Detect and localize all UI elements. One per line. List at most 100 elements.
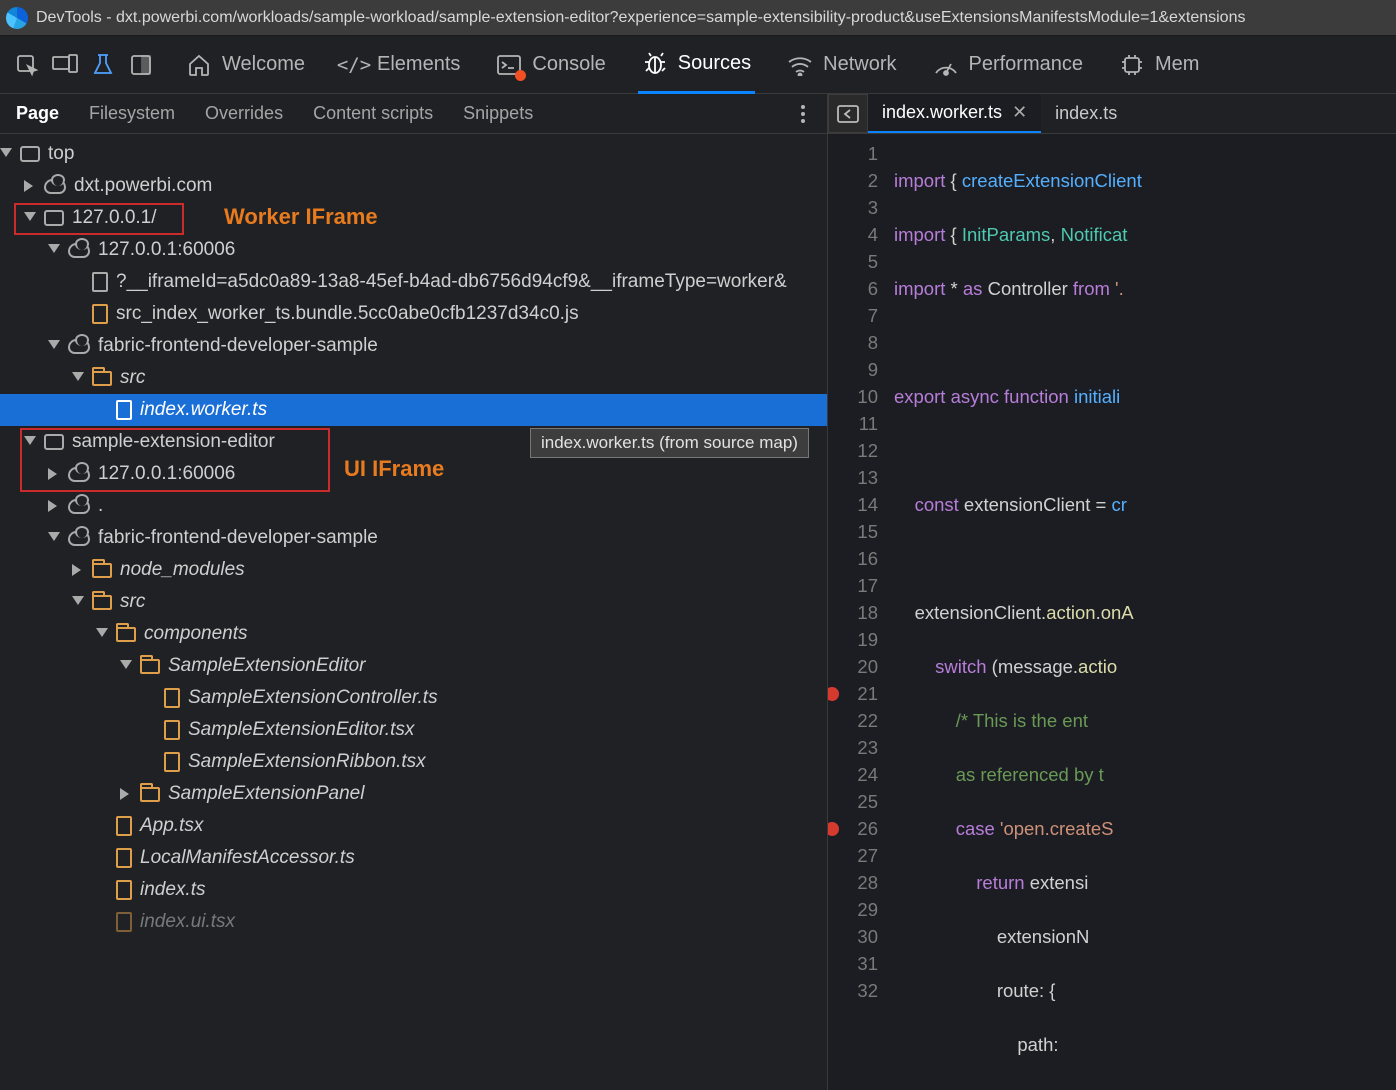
file-icon	[92, 272, 108, 292]
elements-icon: </>	[341, 52, 367, 78]
close-icon[interactable]: ✕	[1012, 102, 1027, 123]
breakpoint-icon[interactable]	[828, 822, 839, 836]
tree-bundle-js[interactable]: src_index_worker_ts.bundle.5cc0abe0cfb12…	[0, 298, 827, 330]
breakpoint-icon[interactable]	[828, 687, 839, 701]
tab-welcome[interactable]: Welcome	[182, 36, 309, 94]
tree-panel[interactable]: SampleExtensionPanel	[0, 778, 827, 810]
tree-editor-tsx[interactable]: SampleExtensionEditor.tsx	[0, 714, 827, 746]
code-area[interactable]: 1234 5678 9101112 13141516 17181920 21 2…	[828, 134, 1396, 1090]
tree-index-ui-tsx[interactable]: index.ui.tsx	[0, 906, 827, 938]
sources-navigator: Page Filesystem Overrides Content script…	[0, 94, 828, 1090]
file-tree[interactable]: top dxt.powerbi.com 127.0.0.1/ 127.0.0.1…	[0, 134, 827, 1090]
tree-localmanifest-ts[interactable]: LocalManifestAccessor.ts	[0, 842, 827, 874]
inspect-tools	[14, 52, 154, 78]
line-gutter[interactable]: 1234 5678 9101112 13141516 17181920 21 2…	[828, 134, 886, 1090]
folder-icon	[140, 787, 160, 802]
folder-icon	[116, 627, 136, 642]
network-icon	[787, 52, 813, 78]
file-icon	[164, 720, 180, 740]
tree-pkg1[interactable]: fabric-frontend-developer-sample	[0, 330, 827, 362]
file-icon	[164, 752, 180, 772]
tree-dxt[interactable]: dxt.powerbi.com	[0, 170, 827, 202]
device-icon[interactable]	[52, 52, 78, 78]
window-titlebar: DevTools - dxt.powerbi.com/workloads/sam…	[0, 0, 1396, 36]
dock-icon[interactable]	[128, 52, 154, 78]
folder-icon	[92, 371, 112, 386]
tree-sample-ext-editor[interactable]: SampleExtensionEditor	[0, 650, 827, 682]
tree-dot[interactable]: .	[0, 490, 827, 522]
frame-icon	[44, 434, 64, 450]
window-title: DevTools - dxt.powerbi.com/workloads/sam…	[36, 9, 1245, 27]
tab-network[interactable]: Network	[783, 36, 900, 94]
editor-tab-label: index.worker.ts	[882, 102, 1002, 123]
file-icon	[164, 688, 180, 708]
file-icon	[116, 400, 132, 420]
tree-top[interactable]: top	[0, 138, 827, 170]
code-editor-panel: index.worker.ts ✕ index.ts 1234 5678 910…	[828, 94, 1396, 1090]
subtab-page[interactable]: Page	[16, 103, 59, 124]
subtab-content-scripts[interactable]: Content scripts	[313, 103, 433, 124]
experiments-icon[interactable]	[90, 52, 116, 78]
frame-icon	[20, 146, 40, 162]
tab-elements[interactable]: </> Elements	[337, 36, 464, 94]
editor-tab-index[interactable]: index.ts	[1041, 94, 1131, 133]
tab-performance[interactable]: Performance	[929, 36, 1088, 94]
tree-node-modules[interactable]: node_modules	[0, 554, 827, 586]
tree-controller-ts[interactable]: SampleExtensionController.ts	[0, 682, 827, 714]
subtab-filesystem[interactable]: Filesystem	[89, 103, 175, 124]
cloud-icon	[44, 179, 66, 194]
cloud-icon	[68, 243, 90, 258]
file-icon	[116, 880, 132, 900]
tree-127-root[interactable]: 127.0.0.1/	[0, 202, 827, 234]
edge-icon	[6, 7, 28, 29]
editor-tab-label: index.ts	[1055, 103, 1117, 124]
cloud-icon	[68, 531, 90, 546]
tree-index-worker-ts[interactable]: index.worker.ts	[0, 394, 827, 426]
tree-src2[interactable]: src	[0, 586, 827, 618]
toggle-nav-icon[interactable]	[828, 94, 868, 133]
inspect-icon[interactable]	[14, 52, 40, 78]
home-icon	[186, 52, 212, 78]
performance-icon	[933, 52, 959, 78]
tab-console-label: Console	[532, 53, 605, 76]
tab-elements-label: Elements	[377, 53, 460, 76]
tree-host-60006-2[interactable]: 127.0.0.1:60006	[0, 458, 827, 490]
tree-ribbon-tsx[interactable]: SampleExtensionRibbon.tsx	[0, 746, 827, 778]
memory-icon	[1119, 52, 1145, 78]
tree-index-ts[interactable]: index.ts	[0, 874, 827, 906]
file-icon	[116, 816, 132, 836]
tab-network-label: Network	[823, 53, 896, 76]
bug-icon	[642, 50, 668, 76]
editor-tab-worker[interactable]: index.worker.ts ✕	[868, 94, 1041, 133]
tab-sources[interactable]: Sources	[638, 36, 755, 94]
tree-app-tsx[interactable]: App.tsx	[0, 810, 827, 842]
tree-iframe-query[interactable]: ?__iframeId=a5dc0a89-13a8-45ef-b4ad-db67…	[0, 266, 827, 298]
editor-tabbar: index.worker.ts ✕ index.ts	[828, 94, 1396, 134]
folder-icon	[92, 563, 112, 578]
subtab-snippets[interactable]: Snippets	[463, 103, 533, 124]
tab-memory[interactable]: Mem	[1115, 36, 1203, 94]
console-icon	[496, 52, 522, 78]
tab-welcome-label: Welcome	[222, 53, 305, 76]
tab-memory-label: Mem	[1155, 53, 1199, 76]
frame-icon	[44, 210, 64, 226]
tree-src1[interactable]: src	[0, 362, 827, 394]
folder-icon	[92, 595, 112, 610]
tree-pkg2[interactable]: fabric-frontend-developer-sample	[0, 522, 827, 554]
more-icon[interactable]	[795, 99, 811, 129]
source-text: import { createExtensionClient import { …	[886, 134, 1142, 1090]
folder-icon	[140, 659, 160, 674]
devtools-tabbar: Welcome </> Elements Console Sources Net…	[0, 36, 1396, 94]
tree-host-60006[interactable]: 127.0.0.1:60006	[0, 234, 827, 266]
navigator-tabs: Page Filesystem Overrides Content script…	[0, 94, 827, 134]
file-icon	[116, 848, 132, 868]
tree-components[interactable]: components	[0, 618, 827, 650]
cloud-icon	[68, 467, 90, 482]
tab-console[interactable]: Console	[492, 36, 609, 94]
cloud-icon	[68, 499, 90, 514]
file-icon	[92, 304, 108, 324]
subtab-overrides[interactable]: Overrides	[205, 103, 283, 124]
tab-performance-label: Performance	[969, 53, 1084, 76]
cloud-icon	[68, 339, 90, 354]
file-icon	[116, 912, 132, 932]
